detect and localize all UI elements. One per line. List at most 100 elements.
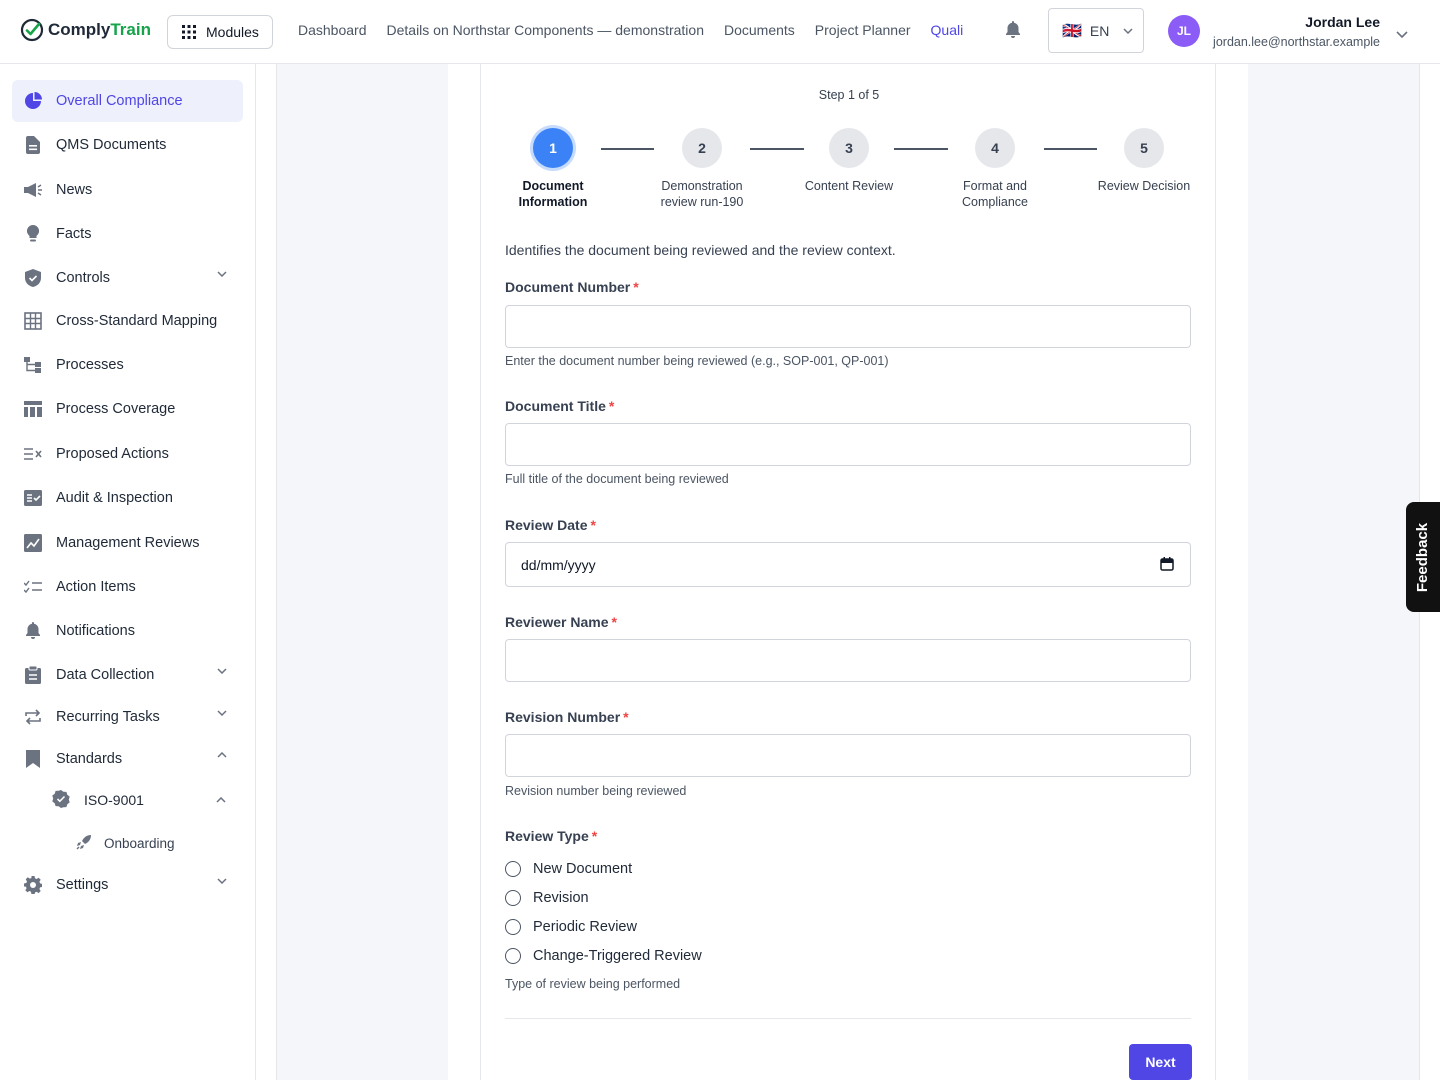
next-button[interactable]: Next (1129, 1044, 1192, 1080)
left-spacer (448, 64, 480, 1080)
user-avatar[interactable]: JL (1168, 15, 1200, 47)
revision-number-input[interactable] (505, 734, 1191, 777)
sidebar-item-controls[interactable]: Controls (12, 257, 243, 299)
logo-text-comply: Comply (48, 20, 111, 39)
step-2[interactable]: 2 Demonstration review run-190 (642, 128, 762, 210)
sidebar-item-label: News (56, 182, 93, 198)
right-gutter (1248, 64, 1420, 1080)
nav-dashboard[interactable]: Dashboard (298, 22, 367, 38)
clipboard-check-icon (24, 489, 42, 507)
chevron-up-icon (216, 797, 226, 803)
sidebar-item-label: Standards (56, 751, 123, 767)
reviewer-name-label: Reviewer Name * (505, 614, 617, 630)
bookmark-icon (24, 750, 42, 768)
sidebar-item-label: Recurring Tasks (56, 709, 160, 725)
review-date-label: Review Date * (505, 517, 596, 533)
right-spacer (1216, 64, 1248, 1080)
sidebar-item-notifications[interactable]: Notifications (12, 610, 243, 652)
feedback-label: Feedback (1414, 522, 1432, 592)
step-label: Document Information (518, 179, 588, 209)
sidebar-item-action-items[interactable]: Action Items (12, 566, 243, 608)
reviewer-name-input[interactable] (505, 639, 1191, 682)
review-type-label: Review Type * (505, 828, 597, 844)
sidebar-item-onboarding[interactable]: Onboarding (76, 827, 175, 859)
feedback-tab[interactable]: Feedback (1406, 502, 1440, 612)
sidebar-item-facts[interactable]: Facts (12, 213, 243, 255)
radio-circle[interactable] (505, 861, 521, 877)
radio-change-triggered-review[interactable]: Change-Triggered Review (505, 948, 702, 964)
language-code: EN (1089, 22, 1110, 39)
document-icon (24, 136, 42, 154)
radio-circle[interactable] (505, 948, 521, 964)
step-4[interactable]: 4 Format and Compliance (935, 128, 1055, 210)
app-logo[interactable]: Comply Train (20, 18, 151, 42)
step-number: 1 (533, 128, 573, 168)
modules-button[interactable]: Modules (167, 15, 273, 49)
step-3[interactable]: 3 Content Review (789, 128, 909, 194)
checklist-icon (24, 578, 42, 596)
document-number-input[interactable] (505, 305, 1191, 348)
radio-circle[interactable] (505, 890, 521, 906)
radio-label: Revision (533, 890, 589, 906)
document-title-label: Document Title * (505, 398, 614, 414)
nav-documents[interactable]: Documents (724, 22, 795, 38)
document-number-help: Enter the document number being reviewed… (505, 354, 889, 368)
sidebar-item-standards[interactable]: Standards (12, 738, 243, 780)
sidebar-item-label: Process Coverage (56, 401, 176, 417)
sidebar-item-label: Audit & Inspection (56, 490, 173, 506)
required-marker: * (623, 709, 629, 725)
badge-check-icon (52, 789, 70, 811)
step-label: Content Review (804, 179, 894, 193)
sidebar-item-management-reviews[interactable]: Management Reviews (12, 522, 243, 564)
field-label-text: Review Type (505, 828, 589, 844)
calendar-icon[interactable] (1160, 557, 1174, 571)
user-email: jordan.lee@northstar.example (1213, 35, 1380, 49)
sidebar-item-processes[interactable]: Processes (12, 344, 243, 386)
chevron-up-icon (217, 752, 227, 758)
notifications-bell-icon[interactable] (1005, 21, 1021, 44)
user-menu-chevron-icon[interactable] (1396, 26, 1408, 44)
step-number: 3 (829, 128, 869, 168)
sidebar-item-qms-documents[interactable]: QMS Documents (12, 124, 243, 166)
sidebar: Overall Compliance QMS Documents News Fa… (0, 64, 256, 1080)
nav-project-planner[interactable]: Project Planner (815, 22, 911, 38)
sidebar-item-label: Overall Compliance (56, 93, 183, 109)
logo-check-icon (20, 18, 44, 42)
language-selector[interactable]: 🇬🇧 EN (1048, 8, 1144, 53)
nav-details[interactable]: Details on Northstar Components — demons… (387, 22, 704, 38)
sidebar-item-cross-standard-mapping[interactable]: Cross-Standard Mapping (12, 300, 243, 342)
uk-flag-icon: 🇬🇧 (1062, 22, 1082, 40)
required-marker: * (608, 398, 615, 414)
sidebar-item-overall-compliance[interactable]: Overall Compliance (12, 80, 243, 122)
revision-number-help: Revision number being reviewed (505, 784, 687, 798)
sidebar-item-data-collection[interactable]: Data Collection (12, 654, 243, 696)
sidebar-item-process-coverage[interactable]: Process Coverage (12, 388, 243, 430)
radio-circle[interactable] (505, 919, 521, 935)
chevron-down-icon (217, 710, 227, 716)
step-description: Identifies the document being reviewed a… (505, 242, 896, 258)
step-1[interactable]: 1 Document Information (493, 128, 613, 210)
field-label-text: Revision Number (505, 709, 621, 725)
document-title-input[interactable] (505, 423, 1191, 466)
sidebar-item-iso-9001[interactable]: ISO-9001 (52, 784, 226, 816)
step-5[interactable]: 5 Review Decision (1084, 128, 1204, 194)
field-label-text: Reviewer Name (505, 614, 609, 630)
sidebar-item-label: Controls (56, 270, 110, 286)
modules-label: Modules (206, 24, 259, 40)
repeat-icon (24, 708, 42, 726)
sidebar-item-proposed-actions[interactable]: Proposed Actions (12, 433, 243, 475)
sidebar-item-audit-inspection[interactable]: Audit & Inspection (12, 477, 243, 519)
review-date-input[interactable]: dd/mm/yyyy (505, 542, 1191, 587)
sidebar-item-settings[interactable]: Settings (12, 864, 243, 906)
step-label: Demonstration review run-190 (660, 179, 744, 209)
sidebar-item-news[interactable]: News (12, 169, 243, 211)
logo-text-train: Train (110, 20, 151, 39)
lightbulb-icon (24, 225, 42, 243)
required-marker: * (591, 828, 598, 844)
radio-revision[interactable]: Revision (505, 890, 589, 906)
radio-periodic-review[interactable]: Periodic Review (505, 919, 637, 935)
radio-new-document[interactable]: New Document (505, 861, 632, 877)
sidebar-item-recurring-tasks[interactable]: Recurring Tasks (12, 696, 243, 738)
nav-quali[interactable]: Quali (931, 22, 964, 38)
shield-check-icon (24, 269, 42, 287)
